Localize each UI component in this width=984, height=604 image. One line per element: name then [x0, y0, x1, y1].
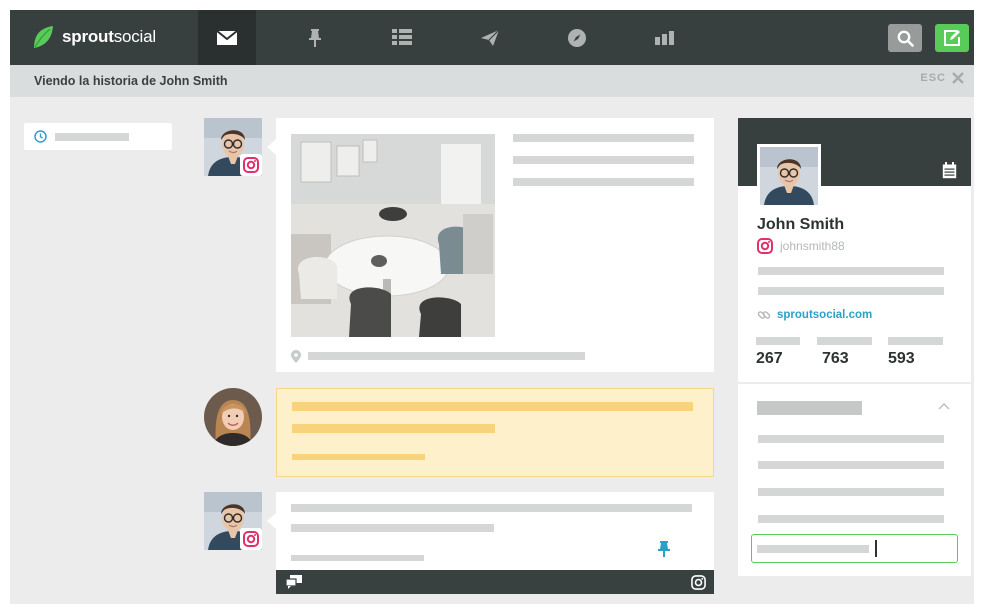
post-photo[interactable] [291, 134, 495, 337]
avatar-female-user[interactable] [204, 388, 262, 446]
top-navigation-bar: sproutsocial [10, 10, 974, 65]
filter-label-placeholder [55, 132, 129, 141]
profile-divider [738, 382, 971, 384]
paper-plane-icon [481, 29, 500, 46]
reply-meta [292, 454, 425, 460]
link-icon [757, 311, 771, 319]
reply-icon[interactable] [286, 575, 302, 589]
reply-line-1 [292, 402, 693, 411]
tab-reports[interactable] [636, 10, 694, 65]
note-line-1 [758, 435, 944, 443]
post-line-1 [291, 504, 692, 512]
instagram-badge [240, 528, 262, 550]
tab-publishing[interactable] [461, 10, 519, 65]
john-smith-photo [760, 147, 818, 205]
location-placeholder [308, 352, 585, 360]
note-line-4 [758, 515, 944, 523]
envelope-icon [216, 29, 238, 45]
female-user-photo [204, 388, 262, 446]
note-input-text [757, 545, 869, 553]
stat-value-1: 267 [756, 350, 783, 367]
search-icon [897, 30, 914, 47]
text-cursor [875, 540, 877, 557]
caption-line-1 [513, 134, 694, 142]
sprout-social-logo[interactable]: sproutsocial [32, 25, 156, 49]
pin-icon [309, 28, 321, 47]
message-tail [267, 139, 276, 155]
app-window: sproutsocial Viendo la historia de John … [10, 10, 974, 604]
stat-label-3 [888, 337, 943, 345]
profile-website-link[interactable]: sproutsocial.com [757, 308, 872, 322]
calendar-icon[interactable] [942, 162, 957, 179]
chevron-up-icon[interactable] [938, 402, 950, 410]
message-card-photo[interactable] [276, 118, 714, 372]
history-header-bar: Viendo la historia de John Smith ESC [10, 65, 974, 97]
profile-avatar[interactable] [757, 144, 821, 208]
profile-website: sproutsocial.com [777, 309, 873, 321]
search-button[interactable] [888, 24, 922, 52]
avatar-john-smith[interactable] [204, 118, 262, 176]
list-icon [392, 29, 412, 45]
notes-section-title [757, 401, 862, 415]
profile-handle-row[interactable]: johnsmith88 [757, 238, 845, 254]
location-pin-icon [291, 350, 301, 363]
message-card-pinned[interactable] [276, 492, 714, 594]
stat-value-2: 763 [822, 350, 849, 367]
instagram-badge [240, 154, 262, 176]
avatar-john-smith-2[interactable] [204, 492, 262, 550]
esc-label: ESC [920, 72, 946, 84]
reply-line-2 [292, 424, 495, 433]
cafe-interior-image [291, 134, 495, 337]
compose-button[interactable] [935, 24, 969, 52]
close-icon [952, 72, 964, 84]
instagram-icon [757, 238, 773, 254]
contact-profile-panel: John Smith johnsmith88 sproutsocial.com … [738, 118, 971, 576]
tab-messages[interactable] [198, 10, 256, 65]
pin-icon[interactable] [657, 540, 671, 558]
note-line-2 [758, 461, 944, 469]
page-title: Viendo la historia de John Smith [34, 74, 228, 88]
note-input-field[interactable] [751, 534, 958, 563]
clock-icon [34, 130, 47, 143]
caption-line-2 [513, 156, 694, 164]
compose-icon [944, 30, 960, 46]
instagram-icon [243, 157, 259, 173]
instagram-icon [243, 531, 259, 547]
bio-line-2 [758, 287, 944, 295]
caption-line-3 [513, 178, 694, 186]
compass-icon [568, 28, 586, 47]
stat-label-1 [756, 337, 800, 345]
tab-feeds[interactable] [373, 10, 431, 65]
profile-name: John Smith [757, 216, 845, 233]
post-line-2 [291, 524, 494, 532]
tab-discovery[interactable] [548, 10, 606, 65]
stat-value-3: 593 [888, 350, 915, 367]
close-history-button[interactable]: ESC [920, 72, 964, 84]
profile-handle: johnsmith88 [780, 239, 845, 253]
tab-tasks[interactable] [286, 10, 344, 65]
bar-chart-icon [655, 30, 674, 45]
sprout-leaf-icon [34, 26, 53, 48]
post-meta [291, 555, 424, 561]
bio-line-1 [758, 267, 944, 275]
note-line-3 [758, 488, 944, 496]
message-card-highlighted[interactable] [276, 388, 714, 477]
message-tail [267, 513, 276, 529]
message-action-bar [276, 570, 714, 594]
brand-name: sproutsocial [62, 27, 156, 46]
instagram-icon [691, 574, 706, 590]
date-filter-button[interactable] [24, 123, 172, 150]
stat-label-2 [817, 337, 872, 345]
